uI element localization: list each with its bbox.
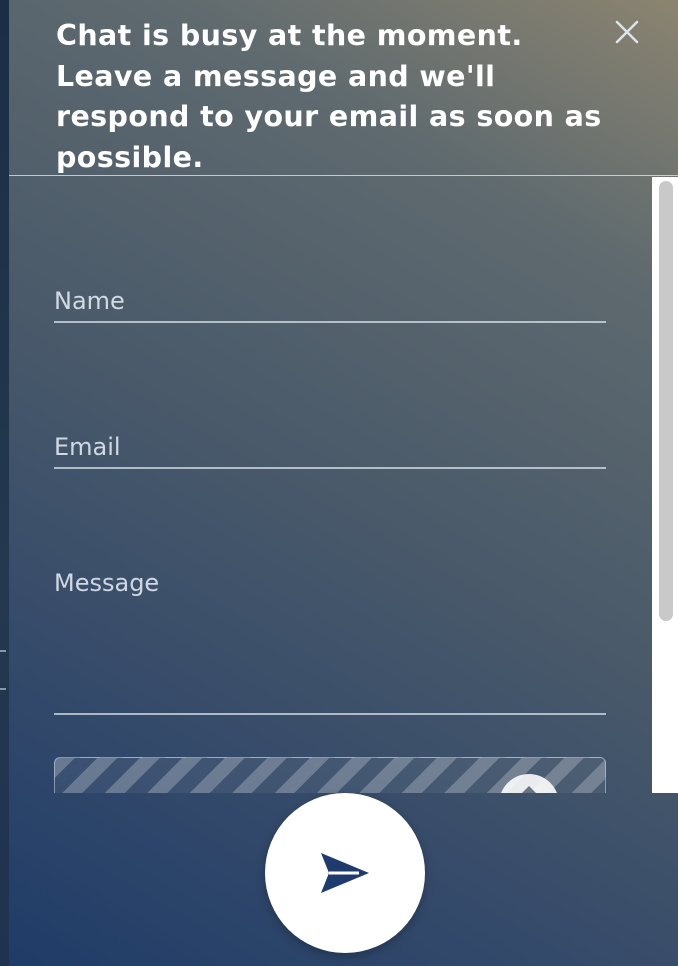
background-page-strip xyxy=(0,0,9,966)
send-button[interactable] xyxy=(265,793,425,953)
offline-message-panel: Chat is busy at the moment. Leave a mess… xyxy=(9,0,678,966)
email-field xyxy=(54,403,606,469)
close-button[interactable] xyxy=(611,16,643,48)
send-icon xyxy=(321,853,369,893)
file-upload-dropzone[interactable] xyxy=(54,757,606,793)
email-input[interactable] xyxy=(54,433,606,461)
name-field xyxy=(54,257,606,323)
message-field xyxy=(54,569,606,715)
offline-notice-title: Chat is busy at the moment. Leave a mess… xyxy=(56,19,602,174)
message-input[interactable] xyxy=(54,569,606,629)
panel-header: Chat is busy at the moment. Leave a mess… xyxy=(9,0,678,176)
form-scroll-area[interactable] xyxy=(9,177,678,793)
background-text-fragment xyxy=(0,688,6,690)
background-text-fragment xyxy=(0,650,6,652)
scrollbar-thumb[interactable] xyxy=(659,181,673,621)
name-input[interactable] xyxy=(54,287,606,315)
upload-arrow-icon xyxy=(519,786,539,793)
close-icon xyxy=(615,20,639,44)
scrollbar-track[interactable] xyxy=(652,177,678,793)
